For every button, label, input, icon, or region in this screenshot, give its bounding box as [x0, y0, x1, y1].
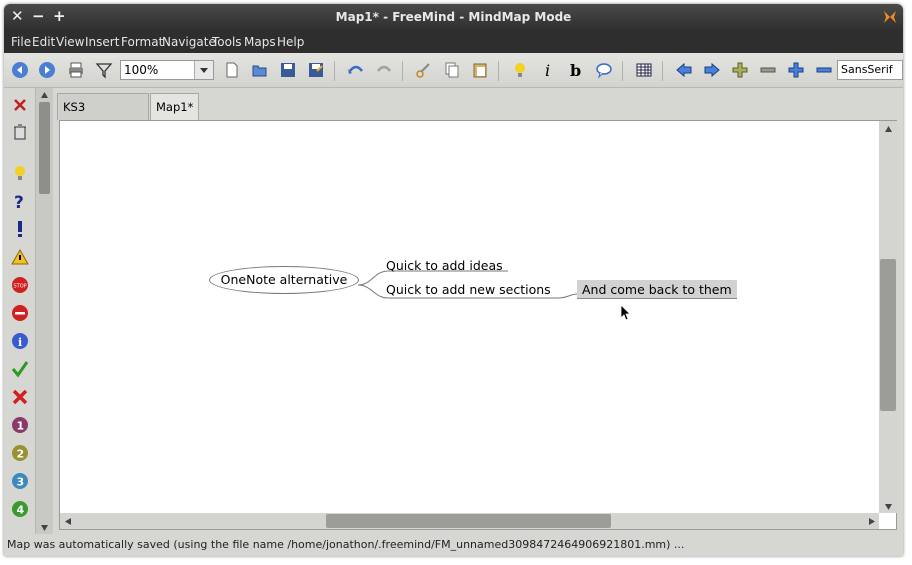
mindmap-canvas[interactable]: OneNote alternative Quick to add ideas Q… [59, 120, 897, 530]
minus-icon[interactable] [11, 304, 29, 322]
app-window: ✕ − + Map1* - FreeMind - MindMap Mode Fi… [4, 4, 903, 556]
priority-1-icon[interactable]: 1 [11, 416, 29, 434]
right-arrow-icon[interactable] [703, 61, 721, 79]
selected-node[interactable]: And come back to them [577, 280, 737, 299]
child-node-sections[interactable]: Quick to add new sections [386, 282, 551, 297]
svg-text:b: b [570, 61, 581, 79]
cloud-icon[interactable] [595, 61, 613, 79]
zoom-select[interactable]: 100% [120, 60, 214, 80]
filter-icon[interactable] [95, 61, 113, 79]
icon-toolbar: ? STOP i 1 2 3 4 [4, 88, 36, 534]
priority-2-icon[interactable]: 2 [11, 444, 29, 462]
svg-text:STOP: STOP [14, 284, 27, 290]
menu-edit[interactable]: Edit [32, 35, 55, 49]
svg-text:i: i [18, 336, 22, 349]
font-select[interactable]: SansSerif [837, 60, 903, 80]
vertical-scrollbar-thumb[interactable] [880, 259, 896, 411]
scroll-up-icon[interactable] [40, 91, 49, 99]
zoom-in-icon[interactable] [787, 61, 805, 79]
menu-help[interactable]: Help [277, 35, 304, 49]
save-as-icon[interactable] [307, 61, 325, 79]
open-icon[interactable] [251, 61, 269, 79]
bold-icon[interactable]: b [567, 61, 585, 79]
zoom-out-icon[interactable] [815, 61, 833, 79]
italic-icon[interactable]: i [539, 61, 557, 79]
toolbar-separator [334, 61, 335, 81]
zoom-value: 100% [124, 63, 159, 77]
copy-icon[interactable] [443, 61, 461, 79]
menu-format[interactable]: Format [121, 35, 163, 49]
svg-text:i: i [545, 61, 550, 79]
svg-text:3: 3 [17, 476, 25, 489]
status-text: Map was automatically saved (using the f… [7, 538, 685, 551]
left-arrow-icon[interactable] [675, 61, 693, 79]
undo-icon[interactable] [347, 61, 365, 79]
chevron-down-icon[interactable] [194, 61, 213, 79]
warning-icon[interactable] [11, 248, 29, 266]
mouse-cursor-icon [620, 304, 631, 321]
back-icon[interactable] [11, 61, 29, 79]
idea-icon[interactable] [511, 61, 529, 79]
menu-insert[interactable]: Insert [85, 35, 119, 49]
tab-ks3-projects[interactable]: KS3 Projects.mm [57, 93, 149, 141]
stop-icon[interactable]: STOP [11, 276, 29, 294]
important-icon[interactable] [11, 220, 29, 238]
question-icon[interactable]: ? [11, 192, 29, 210]
freemind-logo-icon [884, 11, 896, 23]
node-minus-icon[interactable] [759, 61, 777, 79]
menu-view[interactable]: View [56, 35, 84, 49]
scroll-down-icon[interactable] [884, 503, 893, 511]
remove-icon[interactable] [11, 96, 29, 114]
scroll-up-icon[interactable] [884, 125, 893, 133]
redo-icon[interactable] [375, 61, 393, 79]
paste-icon[interactable] [471, 61, 489, 79]
scroll-left-icon[interactable] [64, 517, 72, 526]
child-node-ideas[interactable]: Quick to add ideas [386, 258, 503, 273]
trash-icon[interactable] [11, 123, 29, 141]
toolbar-separator [662, 61, 663, 81]
toolbar-separator [402, 61, 403, 81]
menu-bar: File Edit View Insert Format Navigate To… [4, 31, 903, 53]
svg-text:4: 4 [17, 504, 25, 517]
menu-maps[interactable]: Maps [244, 35, 276, 49]
node-plus-icon[interactable] [731, 61, 749, 79]
check-icon[interactable] [11, 360, 29, 378]
svg-text:1: 1 [17, 420, 25, 433]
icon-toolbar-scrollbar[interactable] [36, 88, 53, 534]
menu-tools[interactable]: Tools [212, 35, 242, 49]
idea-icon[interactable] [11, 164, 29, 182]
mindmap-connectors [357, 270, 578, 299]
cut-icon[interactable] [415, 61, 433, 79]
menu-navigate[interactable]: Navigate [162, 35, 216, 49]
font-value: SansSerif [841, 63, 893, 76]
info-icon[interactable]: i [11, 332, 29, 350]
grid-icon[interactable] [635, 61, 653, 79]
scroll-down-icon[interactable] [40, 524, 49, 532]
new-icon[interactable] [223, 61, 241, 79]
save-icon[interactable] [279, 61, 297, 79]
horizontal-scrollbar-thumb[interactable] [326, 514, 611, 528]
forward-icon[interactable] [38, 61, 56, 79]
tab-map1[interactable]: Map1* [150, 93, 199, 122]
svg-text:?: ? [14, 193, 24, 210]
scrollbar-thumb[interactable] [39, 102, 50, 194]
root-node[interactable]: OneNote alternative [209, 266, 359, 294]
main-toolbar: 100% i b SansSerif [4, 53, 903, 88]
status-bar: Map was automatically saved (using the f… [4, 534, 903, 556]
cross-icon[interactable] [11, 388, 29, 406]
priority-3-icon[interactable]: 3 [11, 472, 29, 490]
menu-file[interactable]: File [11, 35, 31, 49]
priority-4-icon[interactable]: 4 [11, 500, 29, 518]
svg-text:2: 2 [17, 448, 25, 461]
toolbar-separator [498, 61, 499, 81]
window-title: Map1* - FreeMind - MindMap Mode [335, 10, 572, 24]
print-icon[interactable] [67, 61, 85, 79]
toolbar-separator [622, 61, 623, 81]
scroll-right-icon[interactable] [868, 517, 876, 526]
title-bar: ✕ − + Map1* - FreeMind - MindMap Mode [4, 4, 903, 31]
